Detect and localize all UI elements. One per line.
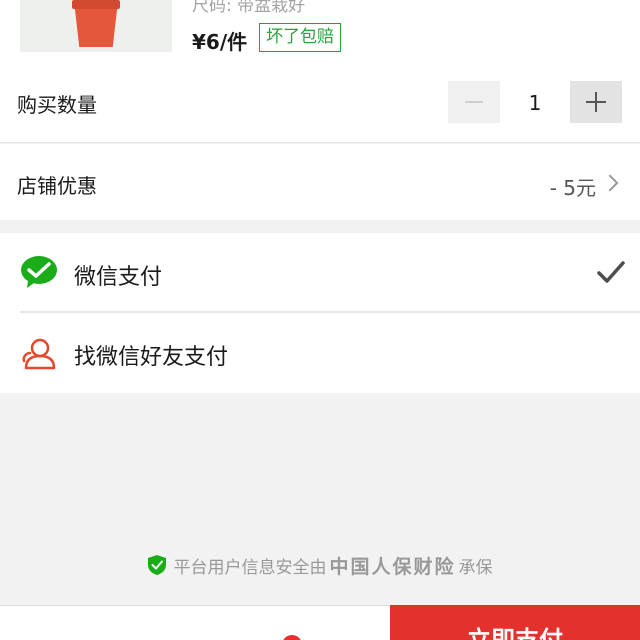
- store-discount-row[interactable]: 店铺优惠 - 5元: [0, 144, 640, 220]
- product-spec: 尺码: 带盆栽好: [192, 0, 306, 16]
- payment-label-wechat: 微信支付: [74, 265, 163, 290]
- checkmark-icon: [597, 261, 625, 283]
- payment-option-wechat[interactable]: 微信支付: [0, 233, 640, 313]
- quantity-label: 购买数量: [17, 93, 97, 117]
- discount-value: - 5元: [549, 176, 596, 200]
- insurance-note: 平台用户信息安全由 中国人保财险 承保: [0, 552, 640, 578]
- insurance-brand: 中国人保财险: [329, 555, 456, 578]
- total-amount-mark: [282, 635, 302, 640]
- payment-option-friend[interactable]: 找微信好友支付: [0, 313, 640, 392]
- product-price: ¥6/件: [192, 30, 248, 54]
- product-image: [20, 0, 172, 52]
- minus-icon: [465, 101, 483, 103]
- wechat-pay-icon: [21, 256, 57, 288]
- pay-now-button[interactable]: 立即支付: [390, 605, 640, 640]
- discount-label: 店铺优惠: [17, 174, 97, 198]
- product-summary: 尺码: 带盆栽好 ¥6/件 坏了包赔: [0, 0, 640, 62]
- quantity-decrease-button[interactable]: [448, 81, 500, 123]
- payment-label-friend: 找微信好友支付: [74, 345, 229, 370]
- payment-options: 微信支付 找微信好友支付: [0, 233, 640, 393]
- plant-pot-rim: [72, 0, 120, 9]
- insurance-suffix: 承保: [458, 557, 493, 578]
- quantity-row: 购买数量 1: [0, 62, 640, 143]
- shield-icon: [148, 555, 167, 575]
- quantity-increase-button[interactable]: [570, 81, 622, 123]
- quantity-value[interactable]: 1: [500, 91, 570, 115]
- friend-pay-icon: [22, 338, 56, 370]
- insurance-prefix: 平台用户信息安全由: [173, 557, 327, 578]
- guarantee-badge: 坏了包赔: [259, 23, 341, 52]
- plus-icon-vertical: [594, 92, 598, 112]
